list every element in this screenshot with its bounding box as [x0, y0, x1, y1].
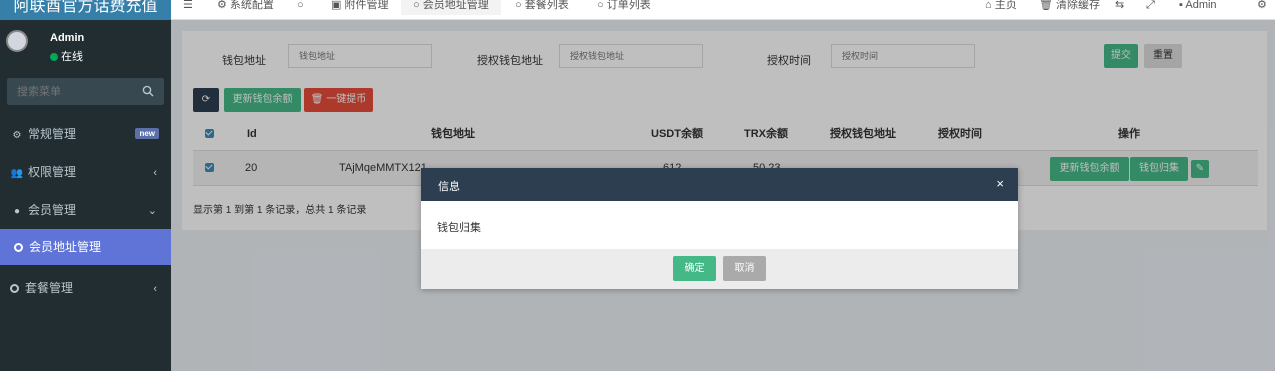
user-circle-icon: ●: [13, 206, 21, 217]
clear-cache-link[interactable]: 🗑 清除缓存: [1039, 0, 1100, 15]
circle-icon: ○: [515, 0, 525, 11]
tab-attachments[interactable]: ▣ 附件管理: [331, 0, 388, 15]
sidebar-item-general[interactable]: ⚙ 常规管理 new: [0, 115, 171, 153]
sidebar-item-packages[interactable]: 套餐管理 ‹: [0, 269, 171, 307]
online-dot-icon: [50, 53, 58, 61]
sidebar-search: [7, 78, 164, 105]
confirm-button[interactable]: 确定: [673, 256, 716, 281]
cogs-icon: ⚙: [12, 130, 22, 141]
home-link[interactable]: ⌂ 主页: [985, 0, 1017, 15]
fullscreen-icon[interactable]: ⤢: [1146, 0, 1155, 15]
user-status: 在线: [50, 48, 83, 64]
sidebar-item-members[interactable]: ● 会员管理 ⌄: [0, 191, 171, 229]
sidebar-item-label: 权限管理: [28, 165, 77, 179]
users-icon: 👥: [10, 168, 24, 179]
sidebar-item-permissions[interactable]: 👥 权限管理 ‹: [0, 153, 171, 191]
sidebar: 阿联酋官方话费充值 Admin 在线 ⚙ 常规管理 new 👥 权限管理 ‹ ● 会员…: [0, 0, 171, 371]
chevron-left-icon: ‹: [153, 283, 157, 295]
close-icon[interactable]: ×: [996, 177, 1004, 190]
sidebar-search-input[interactable]: [7, 78, 127, 105]
circle-icon: ○: [297, 0, 304, 11]
dialog-message: 钱包归集: [437, 222, 481, 234]
info-dialog: 信息 × 钱包归集 确定 取消: [421, 168, 1018, 289]
settings-gear-icon[interactable]: ⚙: [1257, 0, 1267, 15]
language-icon[interactable]: ⇆: [1115, 0, 1124, 15]
tab-blank[interactable]: ○: [297, 0, 304, 15]
sidebar-item-member-address[interactable]: 会员地址管理: [0, 229, 171, 265]
image-icon: ▣: [331, 0, 345, 11]
tab-member-address[interactable]: ○ 会员地址管理: [401, 0, 501, 15]
circle-icon: [10, 284, 19, 293]
gear-icon: ⚙: [217, 0, 230, 11]
chevron-down-icon: ⌄: [147, 205, 157, 217]
user-status-label: 在线: [61, 51, 83, 63]
dialog-header: 信息 ×: [421, 168, 1018, 201]
tab-package-list[interactable]: ○ 套餐列表: [515, 0, 569, 15]
sidebar-item-label: 套餐管理: [25, 281, 74, 295]
sidebar-menu: ⚙ 常规管理 new 👥 权限管理 ‹ ● 会员管理 ⌄ 会员地址管理 套餐管理 ‹: [0, 115, 171, 307]
user-panel: Admin 在线: [0, 20, 171, 70]
dialog-title: 信息: [438, 181, 460, 193]
sidebar-item-label: 常规管理: [28, 127, 77, 141]
avatar: [6, 30, 28, 52]
sidebar-item-label: 会员管理: [28, 203, 77, 217]
dialog-footer: 确定 取消: [421, 249, 1018, 289]
new-badge: new: [135, 128, 159, 139]
menu-toggle-icon[interactable]: ☰: [183, 0, 193, 15]
chevron-left-icon: ‹: [153, 167, 157, 179]
user-name: Admin: [50, 32, 85, 44]
admin-menu[interactable]: ▪ Admin: [1179, 0, 1217, 15]
tab-system-config[interactable]: ⚙ 系统配置: [217, 0, 274, 15]
circle-icon: [14, 243, 23, 252]
cancel-button[interactable]: 取消: [723, 256, 766, 281]
tab-order-list[interactable]: ○ 订单列表: [597, 0, 651, 15]
circle-icon: ○: [597, 0, 607, 11]
circle-icon: ○: [413, 0, 423, 11]
trash-icon: 🗑: [1039, 0, 1057, 11]
home-icon: ⌂: [985, 0, 995, 11]
search-icon[interactable]: [142, 85, 154, 97]
brand-logo[interactable]: 阿联酋官方话费充值: [0, 0, 171, 20]
top-navbar: ☰ ⚙ 系统配置 ○ ▣ 附件管理 ○ 会员地址管理 ○ 套餐列表 ○ 订单列表…: [171, 0, 1275, 20]
brand-title: 阿联酋官方话费充值: [13, 0, 158, 15]
sidebar-item-label: 会员地址管理: [29, 240, 102, 254]
